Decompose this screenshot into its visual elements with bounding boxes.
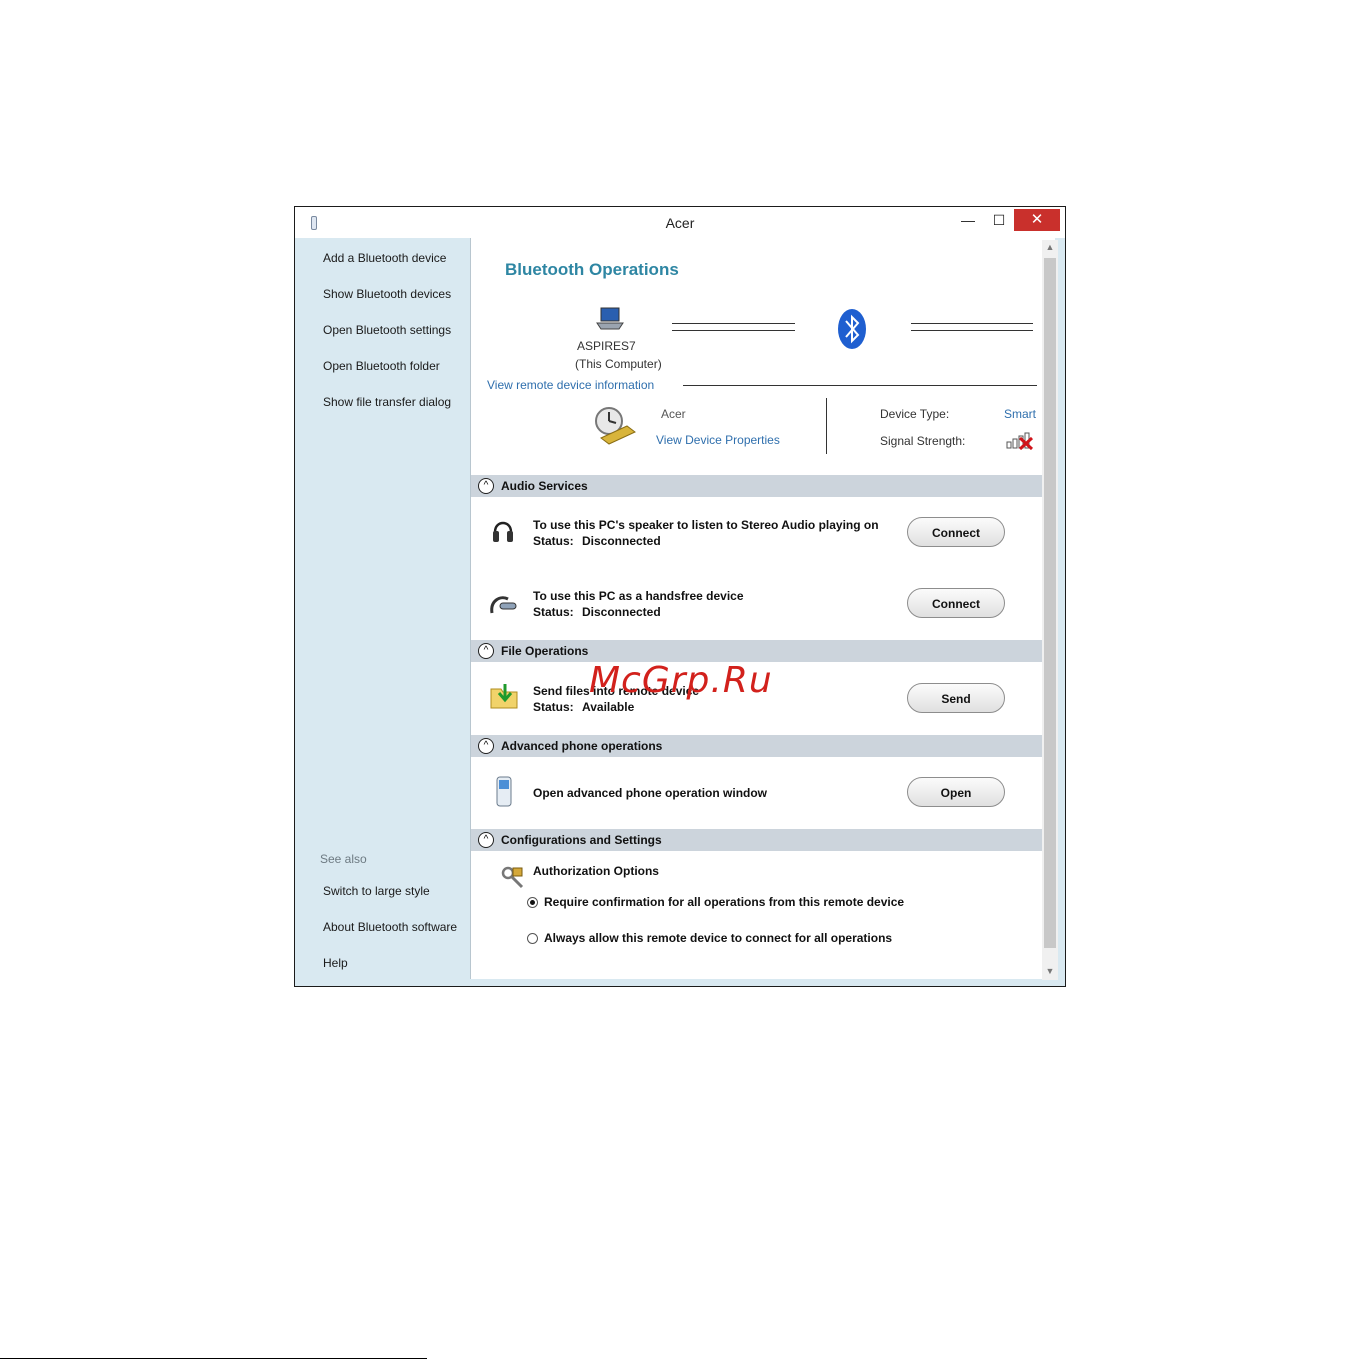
page-title: Bluetooth Operations (505, 260, 679, 279)
require-confirmation-radio[interactable] (527, 897, 538, 908)
handsfree-status-label: Status: (533, 605, 574, 619)
connection-line (911, 323, 1033, 324)
signal-strength-label: Signal Strength: (880, 434, 966, 448)
collapse-chevron-icon[interactable]: ^ (478, 478, 494, 494)
watermark: McGrp.Ru (589, 660, 773, 701)
connection-line (672, 330, 795, 331)
signal-strength-icon (1006, 432, 1034, 450)
view-remote-info-link[interactable]: View remote device information (487, 378, 654, 392)
section-header-phone[interactable]: ^ Advanced phone operations (471, 735, 1043, 757)
stereo-status-label: Status: (533, 534, 574, 548)
scroll-up-icon[interactable]: ▲ (1042, 242, 1058, 252)
divider (683, 385, 1037, 386)
connect-handsfree-button[interactable]: Connect (907, 588, 1005, 618)
connection-line (672, 323, 795, 324)
handsfree-text: To use this PC as a handsfree device (533, 589, 744, 603)
main-panel: Bluetooth Operations ASPIRES7 (This Comp… (470, 238, 1055, 979)
section-title: Audio Services (501, 479, 588, 493)
headphones-icon (493, 521, 513, 542)
handsfree-status-value: Disconnected (582, 605, 661, 619)
computer-name: ASPIRES7 (577, 339, 636, 353)
key-lock-icon (501, 866, 524, 889)
title-bar[interactable]: Acer — ☐ ✕ (295, 207, 1065, 238)
sidebar-item-large-style[interactable]: Switch to large style (323, 884, 430, 898)
send-status-label: Status: (533, 700, 574, 714)
scroll-down-icon[interactable]: ▼ (1042, 966, 1058, 976)
minimize-button[interactable]: — (952, 209, 984, 231)
sidebar-item-add-device[interactable]: Add a Bluetooth device (323, 251, 446, 265)
section-title: Advanced phone operations (501, 739, 663, 753)
section-header-config[interactable]: ^ Configurations and Settings (471, 829, 1043, 851)
phone-icon (496, 776, 512, 807)
section-title: File Operations (501, 644, 589, 658)
bluetooth-window: Acer — ☐ ✕ Add a Bluetooth device Show B… (294, 206, 1066, 987)
see-also-header: See also (320, 852, 367, 866)
require-confirmation-label[interactable]: Require confirmation for all operations … (544, 895, 904, 909)
device-type-value: Smart (1004, 407, 1037, 421)
open-phone-text: Open advanced phone operation window (533, 786, 768, 800)
headset-icon (490, 596, 517, 614)
sidebar-item-about[interactable]: About Bluetooth software (323, 920, 457, 934)
stereo-status-value: Disconnected (582, 534, 661, 548)
always-allow-label[interactable]: Always allow this remote device to conne… (544, 931, 892, 945)
bluetooth-icon (838, 309, 866, 349)
always-allow-radio[interactable] (527, 933, 538, 944)
device-type-label: Device Type: (880, 407, 950, 421)
maximize-button[interactable]: ☐ (983, 209, 1015, 231)
authorization-options-title: Authorization Options (533, 864, 659, 878)
send-folder-icon (490, 684, 518, 709)
open-button[interactable]: Open (907, 777, 1005, 807)
section-header-audio[interactable]: ^ Audio Services (471, 475, 1043, 497)
sidebar-item-file-transfer[interactable]: Show file transfer dialog (323, 395, 451, 409)
window-title: Acer (665, 215, 695, 231)
view-device-properties-link[interactable]: View Device Properties (656, 433, 780, 447)
collapse-chevron-icon[interactable]: ^ (478, 832, 494, 848)
section-header-file[interactable]: ^ File Operations (471, 640, 1043, 662)
remote-device-name: Acer (661, 407, 686, 421)
computer-subtitle: (This Computer) (575, 357, 662, 371)
laptop-icon (596, 307, 624, 330)
send-button[interactable]: Send (907, 683, 1005, 713)
remote-device-icon (595, 407, 636, 445)
footer-rule (0, 1358, 427, 1359)
vertical-scrollbar[interactable]: ▲ ▼ (1042, 240, 1058, 980)
sidebar-item-open-settings[interactable]: Open Bluetooth settings (323, 323, 451, 337)
send-status-value: Available (582, 700, 635, 714)
collapse-chevron-icon[interactable]: ^ (478, 738, 494, 754)
close-button[interactable]: ✕ (1014, 209, 1060, 231)
section-title: Configurations and Settings (501, 833, 662, 847)
stereo-audio-text: To use this PC's speaker to listen to St… (533, 518, 879, 532)
vertical-divider (826, 398, 827, 454)
connection-line (911, 330, 1033, 331)
sidebar: Add a Bluetooth device Show Bluetooth de… (303, 238, 470, 979)
sidebar-item-open-folder[interactable]: Open Bluetooth folder (323, 359, 440, 373)
collapse-chevron-icon[interactable]: ^ (478, 643, 494, 659)
sidebar-item-show-devices[interactable]: Show Bluetooth devices (323, 287, 451, 301)
connect-stereo-button[interactable]: Connect (907, 517, 1005, 547)
sidebar-item-help[interactable]: Help (323, 956, 348, 970)
scroll-thumb[interactable] (1044, 258, 1056, 948)
